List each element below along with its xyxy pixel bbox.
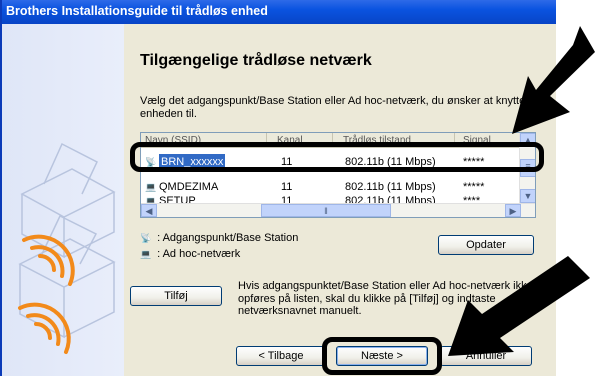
pointer-arrows xyxy=(448,26,595,356)
arrow-to-network-list-icon xyxy=(512,26,595,134)
arrow-to-next-button-icon xyxy=(448,256,590,356)
